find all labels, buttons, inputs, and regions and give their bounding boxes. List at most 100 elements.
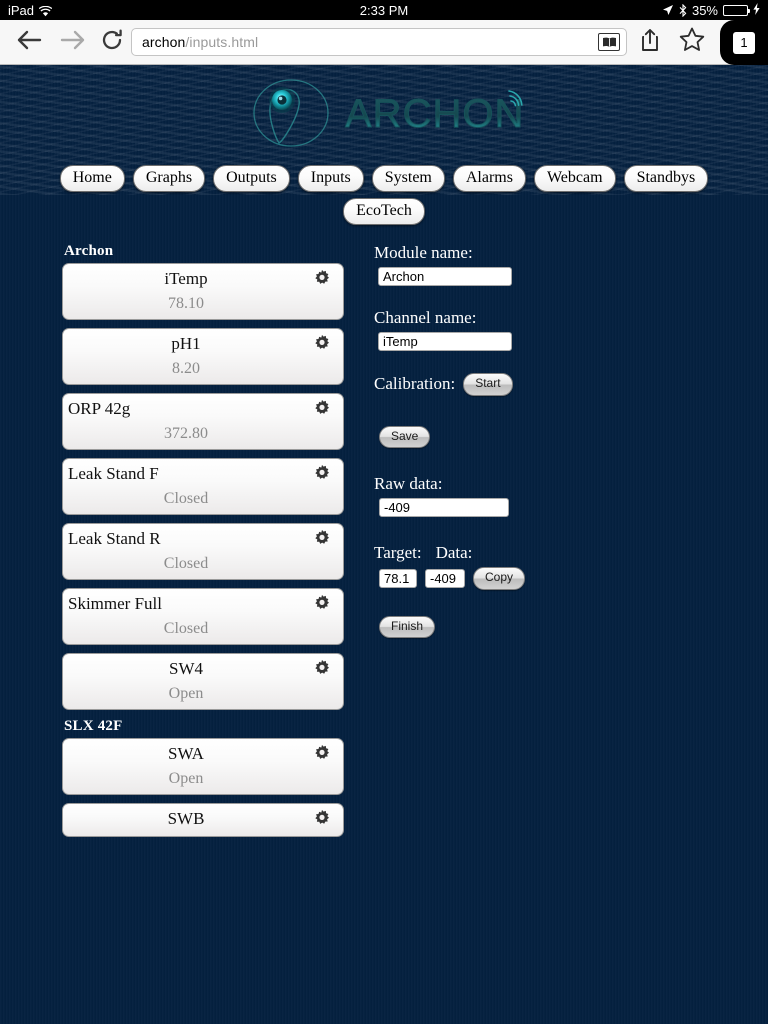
module-name-input[interactable] bbox=[378, 267, 512, 286]
share-icon bbox=[640, 28, 660, 57]
channel-name: SWB bbox=[167, 809, 205, 828]
channel-name-label: Channel name: bbox=[374, 308, 477, 327]
reload-icon bbox=[100, 28, 124, 57]
nav-row-secondary: EcoTech bbox=[0, 198, 768, 225]
bluetooth-icon bbox=[679, 3, 687, 17]
gear-icon[interactable] bbox=[313, 399, 331, 417]
reader-book-icon[interactable] bbox=[598, 33, 620, 51]
nav-webcam[interactable]: Webcam bbox=[533, 165, 616, 192]
url-host: archon bbox=[142, 34, 186, 50]
nav-system[interactable]: System bbox=[371, 165, 445, 192]
raw-data-label: Raw data: bbox=[374, 474, 443, 494]
nav-outputs[interactable]: Outputs bbox=[213, 165, 290, 192]
list-item[interactable]: Skimmer Full Closed bbox=[62, 588, 344, 645]
list-item[interactable]: ORP 42g 372.80 bbox=[62, 393, 344, 450]
save-button[interactable]: Save bbox=[379, 425, 431, 449]
calibration-label: Calibration: bbox=[374, 374, 456, 394]
group-header-slx42f: SLX 42F bbox=[64, 718, 123, 734]
url-path: /inputs.html bbox=[185, 34, 259, 50]
battery-percent-label: 35% bbox=[691, 2, 718, 18]
copy-button[interactable]: Copy bbox=[473, 567, 526, 590]
gear-icon[interactable] bbox=[313, 594, 331, 612]
gear-icon[interactable] bbox=[313, 659, 331, 677]
calibration-row: Calibration: Start bbox=[374, 373, 734, 396]
channel-name: SWA bbox=[168, 744, 204, 763]
list-item[interactable]: Leak Stand R Closed bbox=[62, 523, 344, 580]
gear-icon[interactable] bbox=[313, 334, 331, 352]
channel-name: SW4 bbox=[169, 659, 203, 678]
bookmark-button[interactable] bbox=[672, 20, 712, 64]
finish-button[interactable]: Finish bbox=[379, 615, 436, 639]
channel-value: 78.10 bbox=[168, 295, 204, 312]
site-header: ARCHON bbox=[0, 75, 768, 147]
gear-icon[interactable] bbox=[313, 464, 331, 482]
nav-home[interactable]: Home bbox=[59, 165, 125, 192]
data-label: Data: bbox=[435, 543, 473, 563]
list-item[interactable]: SWA Open bbox=[62, 738, 344, 795]
forward-arrow-icon bbox=[60, 29, 86, 56]
channel-name: ORP 42g bbox=[68, 399, 131, 418]
channel-name: Skimmer Full bbox=[68, 594, 162, 613]
forward-button[interactable] bbox=[50, 20, 96, 64]
lightning-bolt-icon bbox=[753, 3, 760, 17]
svg-text:ARCHON: ARCHON bbox=[345, 92, 524, 136]
web-page-body: ARCHON Home Graphs Outputs Inputs System… bbox=[0, 65, 768, 1024]
bookmark-star-icon bbox=[679, 27, 705, 57]
archon-logo: ARCHON bbox=[239, 75, 529, 147]
ios-status-bar: iPad 2:33 PM 35% bbox=[0, 0, 768, 20]
channel-value: Closed bbox=[163, 620, 209, 637]
data-input[interactable] bbox=[425, 568, 465, 588]
target-data-inputs-row: Copy bbox=[379, 567, 734, 590]
list-item[interactable]: pH1 8.20 bbox=[62, 328, 344, 385]
channel-detail-form: Module name: Channel name: Calibration: … bbox=[374, 243, 734, 639]
location-arrow-icon bbox=[662, 4, 674, 16]
safari-toolbar: archon/inputs.html 1 bbox=[0, 20, 768, 65]
channel-name: pH1 bbox=[171, 334, 201, 353]
address-bar[interactable]: archon/inputs.html bbox=[131, 28, 627, 56]
nav-row-primary: Home Graphs Outputs Inputs System Alarms… bbox=[0, 165, 768, 192]
back-arrow-icon bbox=[16, 29, 42, 56]
nav-graphs[interactable]: Graphs bbox=[132, 165, 206, 192]
nav-inputs[interactable]: Inputs bbox=[297, 165, 364, 192]
channel-name: Leak Stand R bbox=[68, 529, 161, 548]
channel-list-panel: Archon iTemp 78.10 pH1 8.20 ORP 42g 372.… bbox=[62, 243, 344, 837]
list-item[interactable]: Leak Stand F Closed bbox=[62, 458, 344, 515]
gear-icon[interactable] bbox=[313, 529, 331, 547]
share-button[interactable] bbox=[631, 20, 669, 64]
nav-standbys[interactable]: Standbys bbox=[623, 165, 709, 192]
target-label: Target: bbox=[374, 543, 422, 563]
main-navigation: Home Graphs Outputs Inputs System Alarms… bbox=[0, 165, 768, 231]
nav-ecotech[interactable]: EcoTech bbox=[343, 198, 425, 225]
raw-data-input[interactable] bbox=[379, 498, 509, 518]
channel-value: 372.80 bbox=[164, 425, 208, 442]
nav-alarms[interactable]: Alarms bbox=[452, 165, 526, 192]
reload-button[interactable] bbox=[92, 20, 132, 64]
channel-value: Closed bbox=[163, 555, 209, 572]
channel-value: Closed bbox=[163, 490, 209, 507]
channel-name: iTemp bbox=[164, 269, 208, 288]
tab-count-label: 1 bbox=[733, 31, 755, 54]
tab-count-button[interactable]: 1 bbox=[720, 20, 768, 65]
channel-value: Open bbox=[168, 685, 204, 702]
status-bar-right: 35% bbox=[662, 0, 760, 20]
channel-value: 8.20 bbox=[172, 360, 200, 377]
list-item[interactable]: SWB bbox=[62, 803, 344, 837]
back-button[interactable] bbox=[6, 20, 52, 64]
target-data-labels-row: Target: Data: bbox=[374, 543, 734, 563]
list-item[interactable]: SW4 Open bbox=[62, 653, 344, 710]
start-calibration-button[interactable]: Start bbox=[463, 373, 513, 396]
gear-icon[interactable] bbox=[313, 744, 331, 762]
ipad-screen: iPad 2:33 PM 35% archon/inputs.html 1 AR… bbox=[0, 0, 768, 1024]
status-bar-clock: 2:33 PM bbox=[359, 2, 409, 18]
target-input[interactable] bbox=[379, 568, 417, 588]
module-name-label: Module name: bbox=[374, 243, 473, 262]
list-item[interactable]: iTemp 78.10 bbox=[62, 263, 344, 320]
channel-name: Leak Stand F bbox=[68, 464, 159, 483]
channel-value: Open bbox=[168, 770, 204, 787]
battery-icon bbox=[723, 4, 750, 16]
gear-icon[interactable] bbox=[313, 269, 331, 287]
group-header-archon: Archon bbox=[64, 243, 114, 259]
gear-icon[interactable] bbox=[313, 809, 331, 827]
url-text: archon/inputs.html bbox=[142, 34, 598, 50]
channel-name-input[interactable] bbox=[378, 332, 512, 351]
